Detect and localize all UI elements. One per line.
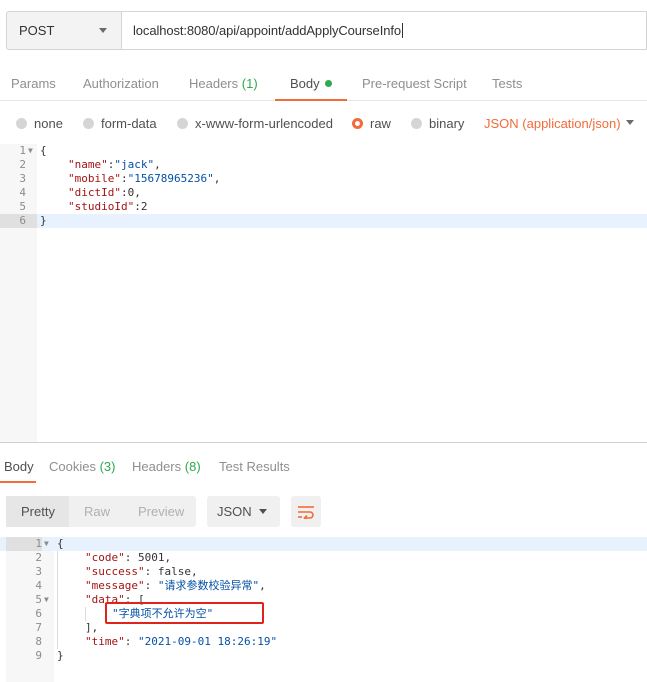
pane-divider[interactable] [0, 442, 647, 443]
code-line: 5 ▼ "data": [ [35, 593, 145, 607]
method-label: POST [19, 23, 55, 38]
tab-params[interactable]: Params [11, 68, 56, 100]
fold-arrow-icon[interactable]: ▼ [28, 144, 33, 158]
indent-guide [57, 551, 58, 649]
response-body-viewer[interactable]: 1 ▼ { 2 "code": 5001, 3 "success": false… [0, 537, 647, 682]
chevron-down-icon[interactable] [626, 120, 634, 125]
view-mode-group: Pretty Raw Preview [6, 496, 196, 527]
tab-response-headers[interactable]: Headers (8) [132, 452, 201, 482]
body-type-options: none form-data x-www-form-urlencoded raw… [0, 107, 647, 139]
radio-raw[interactable]: raw [352, 107, 391, 139]
code-line-active: 6 } [0, 214, 647, 228]
active-tab-indicator [0, 481, 36, 483]
code-line: 7 ], [35, 621, 99, 634]
tab-cookies[interactable]: Cookies (3) [49, 452, 115, 482]
indent-guide [85, 607, 86, 621]
fold-arrow-icon[interactable]: ▼ [44, 593, 49, 607]
method-select[interactable]: POST [6, 11, 122, 50]
wrap-lines-icon [298, 505, 314, 519]
chevron-down-icon [99, 28, 107, 33]
view-raw-button[interactable]: Raw [84, 496, 110, 527]
request-bar: POST localhost:8080/api/appoint/addApply… [6, 11, 647, 50]
radio-circle-icon [16, 117, 27, 129]
url-input[interactable]: localhost:8080/api/appoint/addApplyCours… [122, 11, 647, 50]
view-preview-button[interactable]: Preview [138, 496, 184, 527]
code-line: 2 "name":"jack", [19, 158, 161, 171]
code-line: 5 "studioId":2 [19, 200, 148, 213]
raw-format-select[interactable]: JSON (application/json) [484, 107, 621, 139]
wrap-lines-button[interactable] [291, 496, 321, 527]
radio-checked-icon [352, 117, 363, 129]
radio-form-data[interactable]: form-data [83, 107, 157, 139]
headers-count: (1) [241, 76, 258, 91]
body-active-dot-icon [324, 80, 332, 87]
chevron-down-icon [259, 509, 267, 514]
radio-none[interactable]: none [16, 107, 63, 139]
code-line: 2 "code": 5001, [35, 551, 172, 564]
view-pretty-button[interactable]: Pretty [6, 496, 69, 527]
radio-binary[interactable]: binary [411, 107, 464, 139]
response-tabs: Body Cookies (3) Headers (8) Test Result… [0, 452, 647, 483]
code-line: 8 "time": "2021-09-01 18:26:19" [35, 635, 278, 648]
tab-headers[interactable]: Headers (1) [189, 68, 258, 100]
code-line: 6 "字典项不允许为空" [35, 607, 214, 620]
code-line: 4 "message": "请求参数校验异常", [35, 579, 266, 592]
tab-response-body[interactable]: Body [4, 452, 34, 482]
tab-authorization[interactable]: Authorization [83, 68, 159, 100]
radio-x-www-form-urlencoded[interactable]: x-www-form-urlencoded [177, 107, 333, 139]
tab-pre-request-script[interactable]: Pre-request Script [362, 68, 467, 100]
code-line: 3 "success": false, [35, 565, 198, 578]
tab-body[interactable]: Body [290, 68, 332, 100]
code-line: 3 "mobile":"15678965236", [19, 172, 221, 185]
request-body-editor[interactable]: 1 ▼ { 2 "name":"jack", 3 "mobile":"15678… [0, 144, 647, 442]
tab-tests[interactable]: Tests [492, 68, 522, 100]
code-line: 1 ▼ { [19, 144, 47, 158]
radio-circle-icon [411, 117, 422, 129]
radio-circle-icon [177, 117, 188, 129]
code-line: 4 "dictId":0, [19, 186, 141, 199]
code-line-active: 1 ▼ { [0, 537, 647, 551]
tab-test-results[interactable]: Test Results [219, 452, 290, 482]
text-cursor [401, 23, 403, 38]
response-format-select[interactable]: JSON [207, 496, 280, 527]
radio-circle-icon [83, 117, 94, 129]
active-tab-indicator [275, 99, 347, 101]
error-highlight-box [105, 602, 264, 624]
fold-arrow-icon[interactable]: ▼ [44, 537, 49, 551]
url-value: localhost:8080/api/appoint/addApplyCours… [133, 23, 401, 38]
request-tabs: Params Authorization Headers (1) Body Pr… [0, 68, 647, 101]
code-line: 9 } [35, 649, 64, 662]
